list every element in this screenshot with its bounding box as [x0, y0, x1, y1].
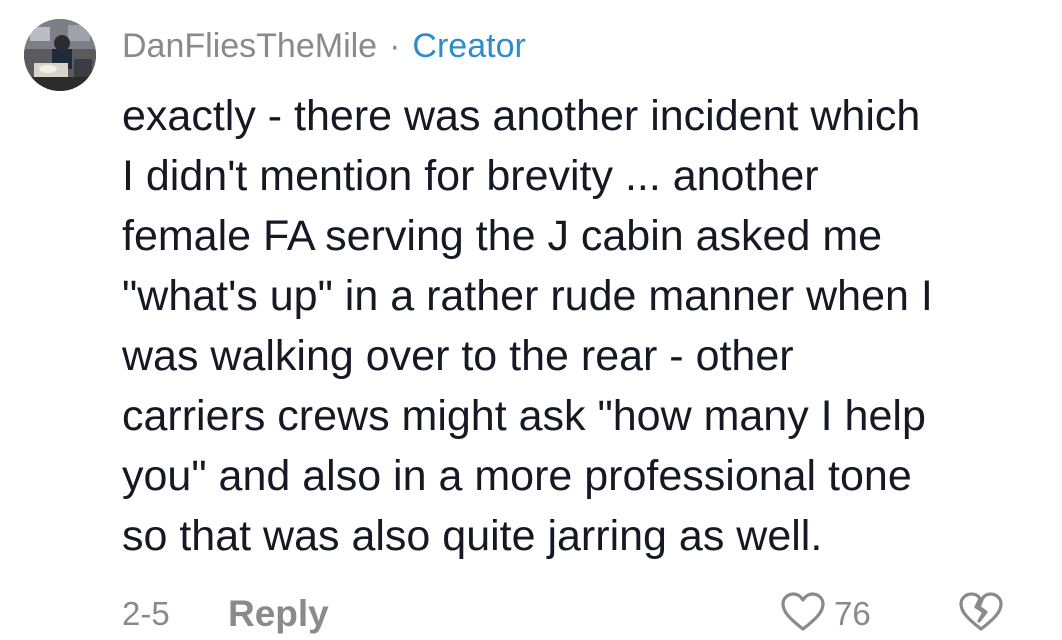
heart-outline-icon — [780, 591, 826, 638]
broken-heart-icon — [958, 591, 1004, 638]
comment-text-line: was walking over to the rear - other — [122, 332, 794, 380]
comment-text-line: you" and also in a more professional ton… — [122, 452, 912, 500]
like-count: 76 — [834, 595, 871, 632]
comment-text: exactly - there was another incident whi… — [122, 86, 1037, 566]
separator-dot: · — [389, 27, 401, 65]
avatar[interactable] — [24, 19, 96, 91]
comment-text-line: exactly - there was another incident whi… — [122, 92, 921, 140]
dislike-button[interactable] — [958, 591, 1004, 638]
comment-header: DanFliesTheMile · Creator — [122, 24, 526, 68]
comment-text-line: "what's up" in a rather rude manner when… — [122, 272, 933, 320]
comment-footer: 2-5 Reply 76 — [122, 591, 1022, 638]
reply-button[interactable]: Reply — [228, 592, 329, 636]
like-button[interactable]: 76 — [780, 591, 871, 638]
comment-text-line: so that was also quite jarring as well. — [122, 512, 823, 560]
creator-badge: Creator — [412, 27, 526, 65]
comment-item: DanFliesTheMile · Creator exactly - ther… — [0, 0, 1062, 640]
comment-text-line: carriers crews might ask "how many I hel… — [122, 392, 926, 440]
comment-text-line: female FA serving the J cabin asked me — [122, 212, 883, 260]
comment-text-line: I didn't mention for brevity ... another — [122, 152, 819, 200]
comment-date: 2-5 — [122, 595, 170, 632]
username[interactable]: DanFliesTheMile — [122, 24, 377, 68]
